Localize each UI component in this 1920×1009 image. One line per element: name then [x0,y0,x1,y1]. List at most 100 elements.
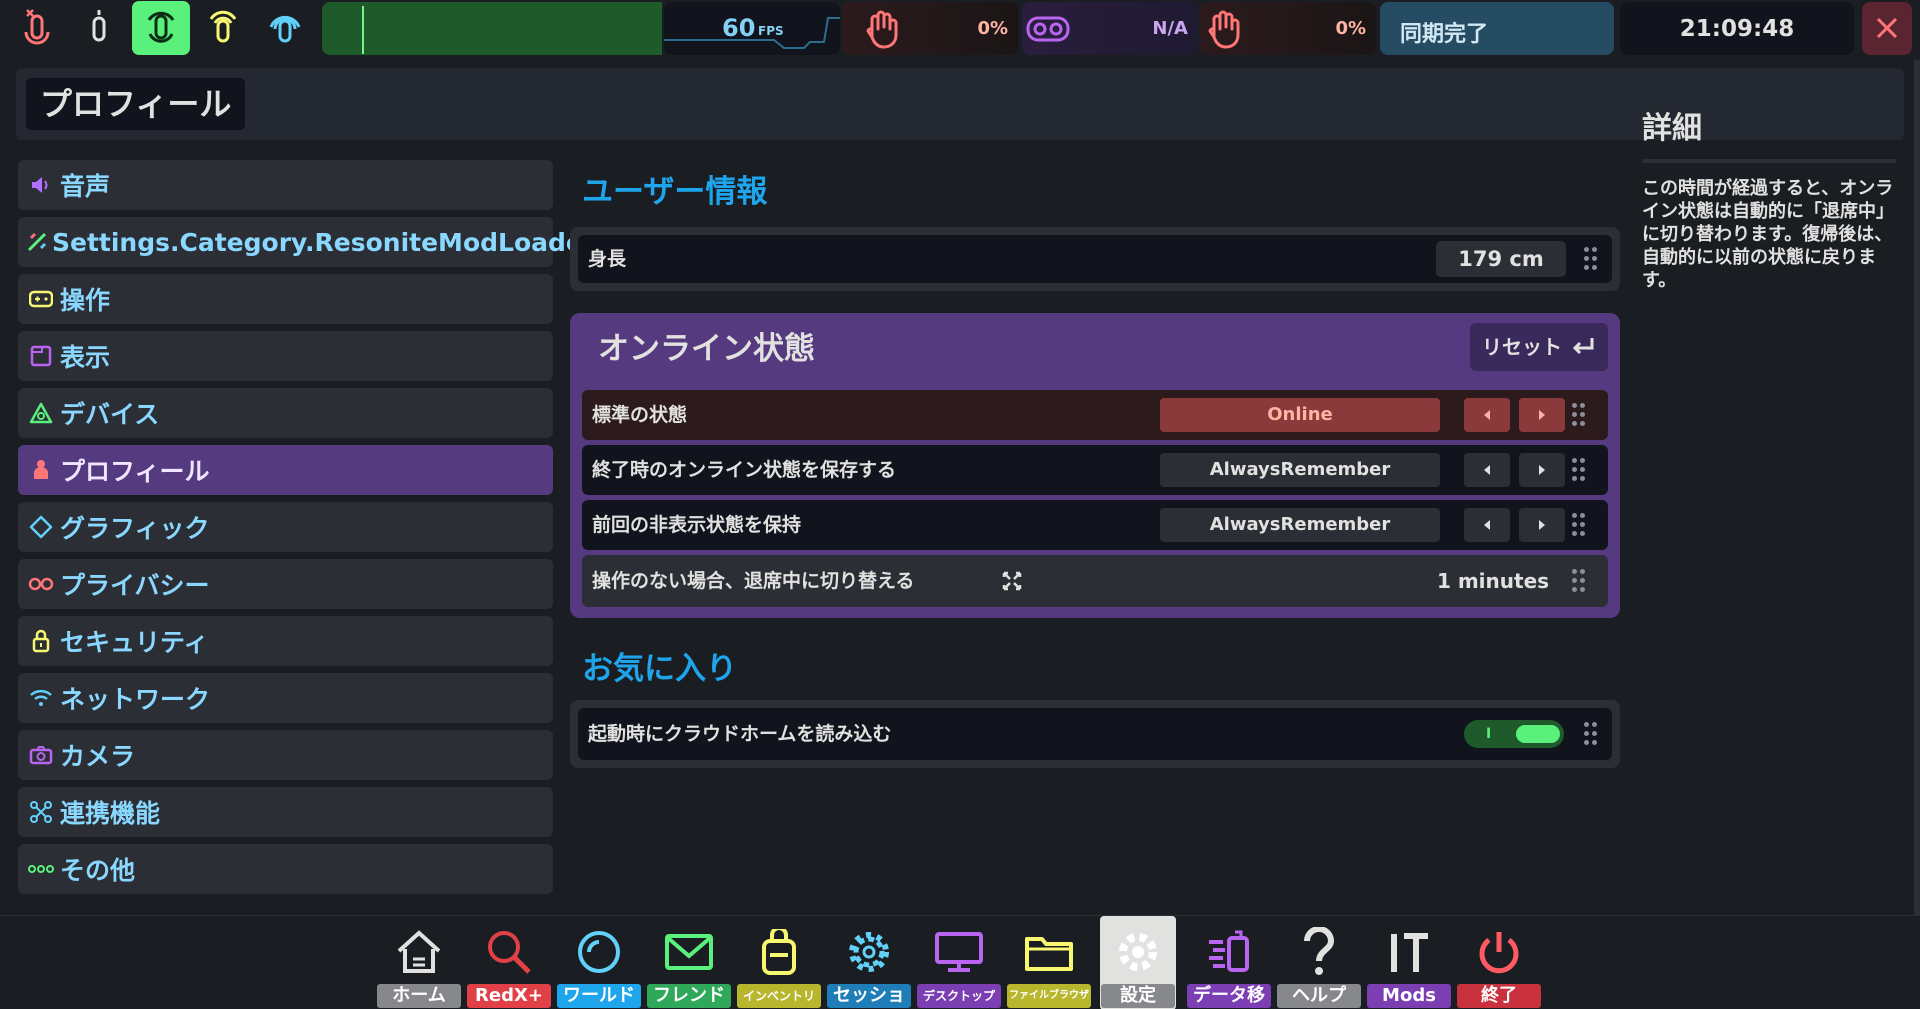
sidebar-item-label: 表示 [60,343,111,372]
dock-worlds[interactable]: ワールド [556,916,642,1009]
device-icon [26,398,56,428]
sidebar-item-label: Settings.Category.ResoniteModLoader [52,227,596,257]
sidebar-item-label: プライバシー [60,571,210,600]
drag-handle-icon[interactable] [1584,247,1598,271]
gear-icon [826,922,912,982]
mic-push-to-talk-icon[interactable] [70,2,128,55]
power-icon [1456,922,1542,982]
reset-button-label: リセット [1482,335,1562,359]
previous-arrow-icon[interactable] [1464,398,1510,432]
sidebar-item-display[interactable]: 表示 [18,331,553,381]
drag-handle-icon[interactable] [1572,403,1586,427]
detail-heading: 詳細 [1642,103,1896,163]
sync-status-text: 同期完了 [1400,22,1489,47]
dock-friends[interactable]: フレンド [646,916,732,1009]
sidebar-item-modloader[interactable]: Settings.Category.ResoniteModLoader [18,217,595,267]
mod-loader-icon [26,227,48,257]
sidebar-item-label: その他 [60,856,136,885]
sidebar-item-devices[interactable]: デバイス [18,388,553,438]
sidebar-item-label: カメラ [60,742,136,771]
keep-invisible-status-row: 前回の非表示状態を保持 AlwaysRemember [582,500,1608,550]
left-hand-percent: 0% [977,18,1008,39]
sidebar-item-camera[interactable]: カメラ [18,730,553,780]
idle-away-row: 操作のない場合、退席中に切り替える 1 minutes [582,555,1608,607]
clock-text: 21:09:48 [1679,16,1795,42]
fps-unit: FPS [758,24,784,38]
dock-file-browser[interactable]: ファイルブラウザ [1006,916,1092,1009]
next-arrow-icon[interactable] [1519,453,1565,487]
sync-status: 同期完了 [1380,2,1614,55]
keep-invisible-status-value[interactable]: AlwaysRemember [1160,508,1440,542]
sidebar-item-security[interactable]: セキュリティ [18,616,553,666]
dock-settings[interactable]: 設定 [1100,916,1176,1009]
dock-help[interactable]: ヘルプ [1276,916,1362,1009]
dock-data-migration[interactable]: データ移行 [1186,916,1272,1009]
dock-redx[interactable]: RedX+ [466,916,552,1009]
dock-exit[interactable]: 終了 [1456,916,1542,1009]
sidebar-item-label: ネットワーク [60,685,211,714]
mic-spatial-icon[interactable] [256,2,314,55]
dock-data-migration-label: データ移行 [1187,984,1271,1008]
left-hand-status: 0% [842,2,1018,55]
cloud-home-toggle[interactable]: I [1464,720,1564,748]
top-status-bar: 60 FPS 0% N/A 0% 同期完了 21:09:48 [0,0,1920,60]
detail-pane: 詳細 この時間が経過すると、オンライン状態は自動的に「退席中」に切り替わります。… [1642,103,1896,292]
dock-desktop[interactable]: デスクトップ [916,916,1002,1009]
previous-arrow-icon[interactable] [1464,508,1510,542]
settings-icon [1100,922,1176,982]
sidebar-item-controls[interactable]: 操作 [18,274,553,324]
user-info-heading: ユーザー情報 [582,174,768,210]
next-arrow-icon[interactable] [1519,508,1565,542]
sidebar-item-graphics[interactable]: グラフィック [18,502,553,552]
sidebar-item-integrations[interactable]: 連携機能 [18,787,553,837]
dock-help-label: ヘルプ [1277,984,1361,1008]
dock-inventory-label: インベントリ [737,984,821,1008]
dock-inventory[interactable]: インベントリ [736,916,822,1009]
tools-icon [1366,922,1452,982]
idle-away-value-field[interactable]: 1 minutes [1428,562,1558,600]
sidebar-item-profile[interactable]: プロフィール [18,445,553,495]
monitor-icon [916,922,1002,982]
reset-button[interactable]: リセット [1470,323,1608,371]
page-header: プロフィール [16,68,1904,140]
dock-mods[interactable]: Mods [1366,916,1452,1009]
default-status-value[interactable]: Online [1160,398,1440,432]
lock-icon [26,626,56,656]
sidebar-item-other[interactable]: その他 [18,844,553,894]
previous-arrow-icon[interactable] [1464,453,1510,487]
dock-worlds-label: ワールド [557,984,641,1008]
mail-icon [646,922,732,982]
default-status-label: 標準の状態 [592,404,688,426]
save-status-on-exit-value[interactable]: AlwaysRemember [1160,453,1440,487]
drag-handle-icon[interactable] [1584,722,1598,746]
dock-sessions[interactable]: セッション [826,916,912,1009]
dock-desktop-label: デスクトップ [917,984,1001,1008]
sidebar-item-privacy[interactable]: プライバシー [18,559,553,609]
dock-home[interactable]: ホーム [376,916,462,1009]
window-icon [26,341,56,371]
backpack-icon [736,922,822,982]
drag-handle-icon[interactable] [1572,458,1586,482]
next-arrow-icon[interactable] [1519,398,1565,432]
sidebar-item-audio[interactable]: 音声 [18,160,553,210]
drag-handle-icon[interactable] [1572,569,1586,593]
mic-broadcast-icon[interactable] [194,2,252,55]
dock-settings-label: 設定 [1101,984,1175,1008]
default-status-row: 標準の状態 Online [582,390,1608,440]
sidebar-item-network[interactable]: ネットワーク [18,673,553,723]
height-value-field[interactable]: 179 cm [1436,241,1566,277]
clock: 21:09:48 [1620,2,1854,55]
sidebar-item-label: グラフィック [60,514,210,543]
world-icon [556,922,642,982]
mic-active-icon[interactable] [132,1,190,55]
dock-redx-label: RedX+ [467,984,551,1008]
cloud-home-row: 起動時にクラウドホームを読み込む I [570,700,1620,768]
dock-mods-label: Mods [1367,984,1451,1008]
integration-icon [26,797,56,827]
mic-muted-icon[interactable] [8,2,66,55]
close-icon[interactable] [1862,2,1912,55]
toggle-on-mark: I [1486,726,1492,742]
drag-handle-icon[interactable] [1572,513,1586,537]
online-status-section: オンライン状態 リセット 標準の状態 Online 終了時のオンライン状態を保存… [570,313,1620,618]
expand-arrows-icon [1002,571,1022,591]
